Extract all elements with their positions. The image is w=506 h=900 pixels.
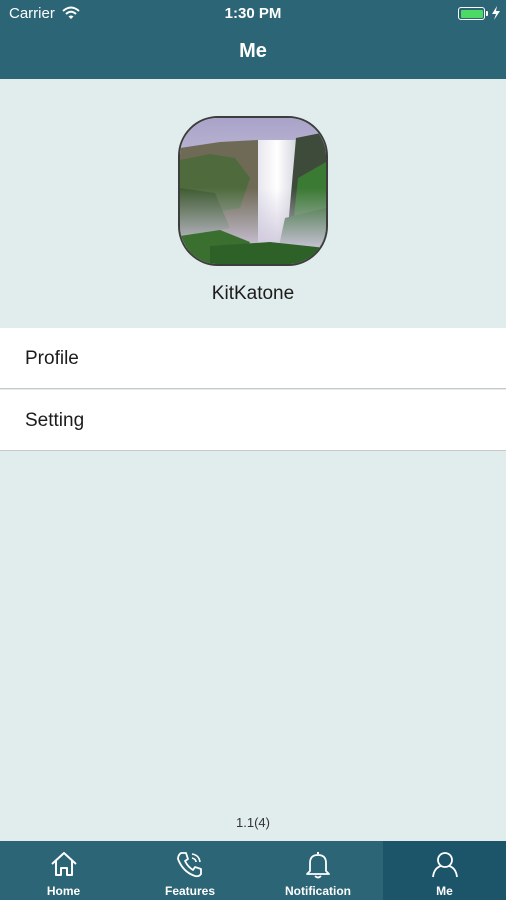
menu-item-label: Setting bbox=[25, 410, 85, 431]
menu-item-profile[interactable]: Profile bbox=[0, 328, 506, 389]
menu-item-label: Profile bbox=[25, 348, 79, 369]
profile-header: KitKatone bbox=[0, 79, 506, 328]
tab-features[interactable]: Features bbox=[127, 841, 253, 900]
page-title: Me bbox=[239, 40, 267, 62]
tab-me[interactable]: Me bbox=[383, 841, 506, 900]
bell-icon bbox=[306, 852, 330, 879]
battery-nub bbox=[486, 11, 488, 16]
battery-icon bbox=[458, 7, 485, 20]
tab-label: Home bbox=[46, 884, 81, 898]
charging-icon bbox=[492, 6, 500, 20]
status-bar: Carrier 1:30 PM bbox=[0, 0, 506, 28]
avatar[interactable] bbox=[178, 116, 328, 266]
tab-label: Me bbox=[436, 884, 453, 898]
tab-notification[interactable]: Notification bbox=[253, 841, 383, 900]
navigation-bar: Me bbox=[0, 28, 506, 79]
phone-icon bbox=[177, 852, 202, 878]
home-icon bbox=[50, 852, 77, 876]
tab-home[interactable]: Home bbox=[0, 841, 127, 900]
menu-item-setting[interactable]: Setting bbox=[0, 390, 506, 451]
avatar-waterfall-image bbox=[180, 118, 326, 264]
tab-label: Features bbox=[164, 884, 216, 898]
person-icon bbox=[431, 852, 458, 878]
tab-bar: Home Features Notification Me bbox=[0, 841, 506, 900]
app-version: 1.1(4) bbox=[236, 815, 270, 830]
username: KitKatone bbox=[211, 283, 295, 304]
status-time: 1:30 PM bbox=[224, 5, 282, 22]
tab-label: Notification bbox=[285, 884, 351, 898]
